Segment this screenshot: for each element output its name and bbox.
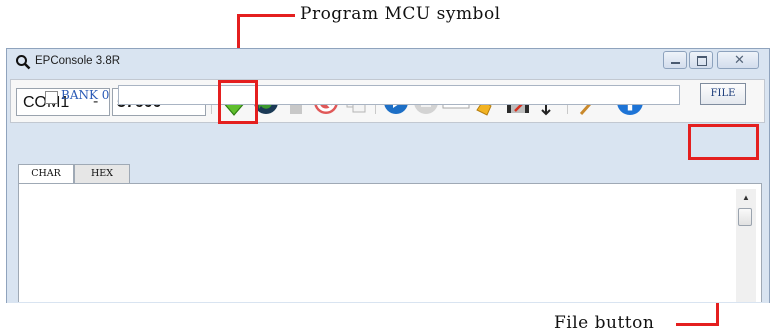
vertical-scrollbar[interactable]: ▲ [736,189,756,302]
bank-label: BANK 0 [61,88,110,102]
scroll-thumb[interactable] [738,208,752,226]
maximize-button[interactable] [689,51,713,69]
close-icon: ✕ [734,52,745,67]
program-callout-label: Program MCU symbol [300,4,501,24]
tab-hex[interactable]: HEX [74,164,130,183]
tab-char[interactable]: CHAR [18,164,74,183]
file-highlight-box [688,124,759,160]
maximize-icon [697,56,707,66]
file-button[interactable]: FILE [700,83,746,105]
magnifier-app-icon [16,55,31,70]
file-callout-label: File button [554,313,655,333]
output-pane[interactable] [18,183,762,302]
close-button[interactable]: ✕ [717,51,759,69]
minimize-button[interactable] [663,51,687,69]
window-title: EPConsole 3.8R [35,55,121,67]
title-bar: EPConsole 3.8R ✕ [7,49,769,75]
bank-checkbox[interactable] [45,91,58,104]
file-path-input[interactable] [118,85,680,105]
scroll-up-arrow-icon[interactable]: ▲ [742,193,750,202]
file-callout-horizontal-line [676,323,719,326]
program-callout-horizontal-line [237,14,295,17]
minimize-icon [671,62,680,64]
program-highlight-box [218,80,258,124]
